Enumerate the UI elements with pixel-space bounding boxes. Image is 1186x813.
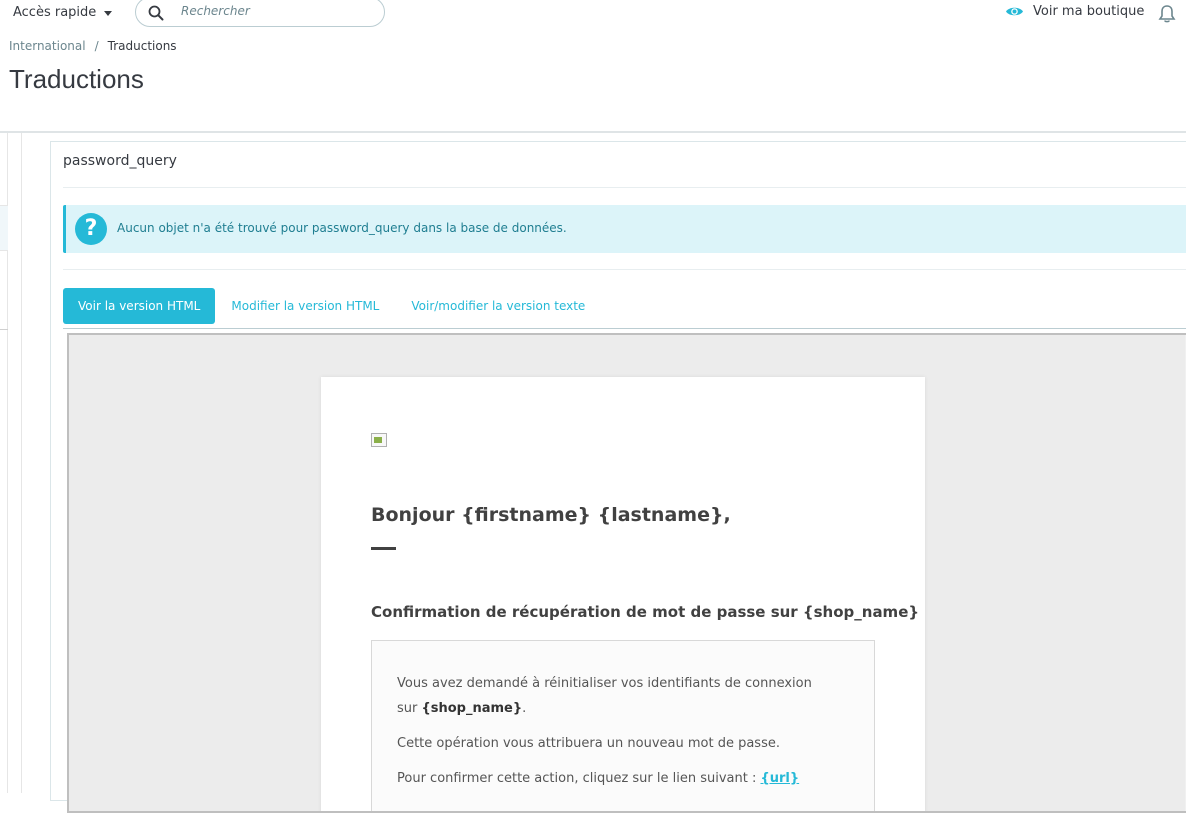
email-template-panel: password_query ? Aucun objet n'a été tro… [50,141,1186,813]
panel-title: password_query [63,153,177,169]
breadcrumb-item-international[interactable]: International [9,39,86,53]
view-shop-label: Voir ma boutique [1033,4,1145,19]
caret-down-icon [104,11,113,16]
search-icon[interactable] [148,5,164,21]
greeting-underline [371,547,396,550]
view-shop-link[interactable]: Voir ma boutique [1005,4,1144,19]
bell-icon[interactable] [1158,4,1176,24]
email-line-2: Cette opération vous attribuera un nouve… [397,736,780,751]
quick-access-menu[interactable]: Accès rapide [13,5,113,20]
tab-edit-text[interactable]: Voir/modifier la version texte [395,288,601,324]
page-title: Traductions [9,64,144,94]
email-subtitle: Confirmation de récupération de mot de p… [371,603,920,621]
search-box[interactable] [135,0,385,27]
email-line-1-end: . [522,701,527,716]
email-line-3: Pour confirmer cette action, cliquez sur… [397,766,857,791]
column-divider [21,133,22,793]
html-preview-frame[interactable]: Bonjour {firstname} {lastname}, Confirma… [67,333,1186,813]
breadcrumb: International / Traductions [9,39,177,53]
eye-icon [1006,7,1023,16]
email-line-1-sur: sur [397,701,422,716]
top-bar: Accès rapide Voir ma boutique [0,0,1186,30]
email-line-1-text: Vous avez demandé à réinitialiser vos id… [397,676,812,691]
email-line-3-text: Pour confirmer cette action, cliquez sur… [397,771,761,786]
header-divider [0,131,1186,133]
sidebar-active-item[interactable] [0,205,8,251]
shop-logo-image [371,433,387,447]
breadcrumb-separator: / [94,39,99,53]
help-icon: ? [75,213,107,245]
info-alert: ? Aucun objet n'a été trouvé pour passwo… [63,205,1186,253]
breadcrumb-item-current: Traductions [107,39,177,53]
tab-view-html[interactable]: Voir la version HTML [63,288,216,324]
sidebar-edge [0,133,8,793]
email-line-1: Vous avez demandé à réinitialiser vos id… [397,671,857,721]
view-tabs: Voir la version HTML Modifier la version… [63,288,601,324]
shop-name-placeholder: {shop_name} [421,701,523,716]
panel-divider [63,269,1186,270]
confirm-url-link[interactable]: {url} [761,771,800,786]
panel-divider [63,187,1186,188]
email-card: Bonjour {firstname} {lastname}, Confirma… [321,377,925,811]
sidebar-divider [0,329,8,330]
quick-access-label: Accès rapide [13,5,97,20]
search-input[interactable] [181,4,371,18]
email-greeting: Bonjour {firstname} {lastname}, [371,504,731,526]
tab-edit-html[interactable]: Modifier la version HTML [215,288,395,324]
alert-message: Aucun objet n'a été trouvé pour password… [117,221,567,235]
tabs-underline [63,328,1186,329]
email-body-box: Vous avez demandé à réinitialiser vos id… [371,640,875,811]
